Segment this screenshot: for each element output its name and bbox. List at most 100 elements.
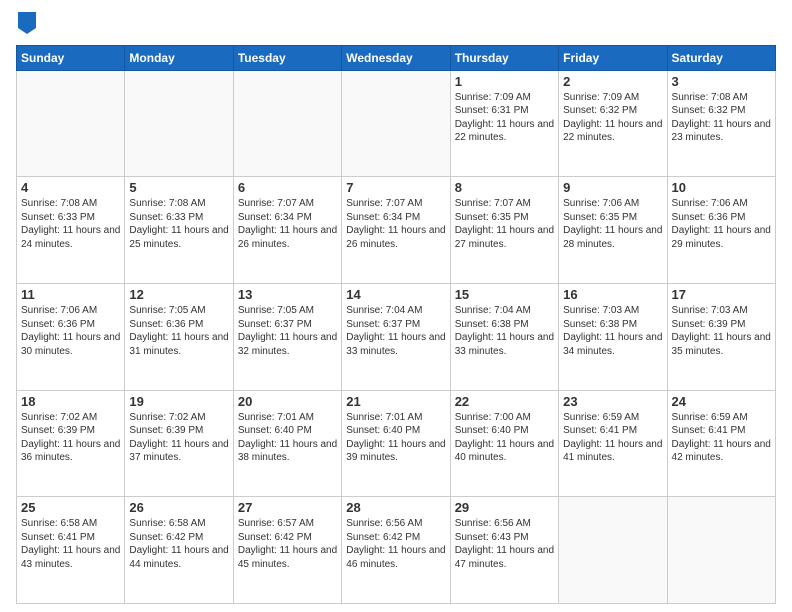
day-number: 20 <box>238 394 337 409</box>
day-number: 24 <box>672 394 771 409</box>
day-number: 13 <box>238 287 337 302</box>
weekday-header: Sunday <box>17 45 125 70</box>
day-info: Sunrise: 7:03 AM Sunset: 6:39 PM Dayligh… <box>672 304 771 358</box>
weekday-header: Monday <box>125 45 233 70</box>
day-info: Sunrise: 7:02 AM Sunset: 6:39 PM Dayligh… <box>21 411 120 465</box>
day-number: 15 <box>455 287 554 302</box>
day-info: Sunrise: 7:07 AM Sunset: 6:35 PM Dayligh… <box>455 197 554 251</box>
day-number: 26 <box>129 500 228 515</box>
calendar-cell: 22 Sunrise: 7:00 AM Sunset: 6:40 PM Dayli… <box>450 390 558 497</box>
calendar-cell: 14 Sunrise: 7:04 AM Sunset: 6:37 PM Dayli… <box>342 284 450 391</box>
calendar-week-row: 11 Sunrise: 7:06 AM Sunset: 6:36 PM Dayli… <box>17 284 776 391</box>
day-number: 5 <box>129 180 228 195</box>
day-info: Sunrise: 7:09 AM Sunset: 6:32 PM Dayligh… <box>563 91 662 145</box>
day-info: Sunrise: 7:00 AM Sunset: 6:40 PM Dayligh… <box>455 411 554 465</box>
calendar-cell: 29 Sunrise: 6:56 AM Sunset: 6:43 PM Dayli… <box>450 497 558 604</box>
weekday-header: Tuesday <box>233 45 341 70</box>
calendar-cell: 11 Sunrise: 7:06 AM Sunset: 6:36 PM Dayli… <box>17 284 125 391</box>
calendar-cell <box>17 70 125 177</box>
day-info: Sunrise: 7:06 AM Sunset: 6:36 PM Dayligh… <box>672 197 771 251</box>
weekday-header: Thursday <box>450 45 558 70</box>
calendar-cell: 5 Sunrise: 7:08 AM Sunset: 6:33 PM Daylig… <box>125 177 233 284</box>
day-info: Sunrise: 6:59 AM Sunset: 6:41 PM Dayligh… <box>563 411 662 465</box>
calendar-cell: 18 Sunrise: 7:02 AM Sunset: 6:39 PM Dayli… <box>17 390 125 497</box>
day-info: Sunrise: 7:08 AM Sunset: 6:33 PM Dayligh… <box>21 197 120 251</box>
day-info: Sunrise: 7:03 AM Sunset: 6:38 PM Dayligh… <box>563 304 662 358</box>
day-number: 10 <box>672 180 771 195</box>
calendar-cell: 3 Sunrise: 7:08 AM Sunset: 6:32 PM Daylig… <box>667 70 775 177</box>
calendar-cell: 17 Sunrise: 7:03 AM Sunset: 6:39 PM Dayli… <box>667 284 775 391</box>
day-number: 21 <box>346 394 445 409</box>
calendar-cell: 13 Sunrise: 7:05 AM Sunset: 6:37 PM Dayli… <box>233 284 341 391</box>
day-info: Sunrise: 7:08 AM Sunset: 6:33 PM Dayligh… <box>129 197 228 251</box>
day-number: 18 <box>21 394 120 409</box>
calendar-cell: 20 Sunrise: 7:01 AM Sunset: 6:40 PM Dayli… <box>233 390 341 497</box>
calendar-cell <box>233 70 341 177</box>
calendar-cell: 26 Sunrise: 6:58 AM Sunset: 6:42 PM Dayli… <box>125 497 233 604</box>
day-info: Sunrise: 7:01 AM Sunset: 6:40 PM Dayligh… <box>238 411 337 465</box>
day-info: Sunrise: 6:56 AM Sunset: 6:42 PM Dayligh… <box>346 517 445 571</box>
calendar-cell: 10 Sunrise: 7:06 AM Sunset: 6:36 PM Dayli… <box>667 177 775 284</box>
logo <box>16 12 36 39</box>
calendar-week-row: 1 Sunrise: 7:09 AM Sunset: 6:31 PM Daylig… <box>17 70 776 177</box>
calendar-cell <box>125 70 233 177</box>
day-info: Sunrise: 6:58 AM Sunset: 6:41 PM Dayligh… <box>21 517 120 571</box>
calendar-week-row: 25 Sunrise: 6:58 AM Sunset: 6:41 PM Dayli… <box>17 497 776 604</box>
day-number: 4 <box>21 180 120 195</box>
calendar-cell: 28 Sunrise: 6:56 AM Sunset: 6:42 PM Dayli… <box>342 497 450 604</box>
day-info: Sunrise: 6:57 AM Sunset: 6:42 PM Dayligh… <box>238 517 337 571</box>
day-number: 7 <box>346 180 445 195</box>
day-info: Sunrise: 7:07 AM Sunset: 6:34 PM Dayligh… <box>238 197 337 251</box>
calendar-cell: 21Sunrise: 7:01 AM Sunset: 6:40 PM Dayli… <box>342 390 450 497</box>
day-info: Sunrise: 6:58 AM Sunset: 6:42 PM Dayligh… <box>129 517 228 571</box>
calendar-table: SundayMondayTuesdayWednesdayThursdayFrid… <box>16 45 776 604</box>
page: SundayMondayTuesdayWednesdayThursdayFrid… <box>0 0 792 612</box>
weekday-header: Friday <box>559 45 667 70</box>
day-number: 16 <box>563 287 662 302</box>
day-number: 25 <box>21 500 120 515</box>
day-number: 23 <box>563 394 662 409</box>
day-info: Sunrise: 6:56 AM Sunset: 6:43 PM Dayligh… <box>455 517 554 571</box>
day-info: Sunrise: 7:04 AM Sunset: 6:37 PM Dayligh… <box>346 304 445 358</box>
calendar-cell: 15 Sunrise: 7:04 AM Sunset: 6:38 PM Dayli… <box>450 284 558 391</box>
day-info: Sunrise: 7:02 AM Sunset: 6:39 PM Dayligh… <box>129 411 228 465</box>
day-number: 14 <box>346 287 445 302</box>
calendar-cell: 7Sunrise: 7:07 AM Sunset: 6:34 PM Daylig… <box>342 177 450 284</box>
calendar-cell <box>559 497 667 604</box>
calendar-cell: 27Sunrise: 6:57 AM Sunset: 6:42 PM Dayli… <box>233 497 341 604</box>
calendar-week-row: 18 Sunrise: 7:02 AM Sunset: 6:39 PM Dayli… <box>17 390 776 497</box>
calendar-cell: 4 Sunrise: 7:08 AM Sunset: 6:33 PM Daylig… <box>17 177 125 284</box>
weekday-header: Saturday <box>667 45 775 70</box>
day-number: 17 <box>672 287 771 302</box>
day-info: Sunrise: 7:05 AM Sunset: 6:37 PM Dayligh… <box>238 304 337 358</box>
calendar-cell: 2 Sunrise: 7:09 AM Sunset: 6:32 PM Daylig… <box>559 70 667 177</box>
day-number: 29 <box>455 500 554 515</box>
day-info: Sunrise: 7:09 AM Sunset: 6:31 PM Dayligh… <box>455 91 554 145</box>
day-number: 11 <box>21 287 120 302</box>
day-number: 22 <box>455 394 554 409</box>
calendar-cell: 19Sunrise: 7:02 AM Sunset: 6:39 PM Dayli… <box>125 390 233 497</box>
day-number: 1 <box>455 74 554 89</box>
calendar-cell: 24 Sunrise: 6:59 AM Sunset: 6:41 PM Dayli… <box>667 390 775 497</box>
weekday-header: Wednesday <box>342 45 450 70</box>
day-number: 12 <box>129 287 228 302</box>
calendar-cell: 6 Sunrise: 7:07 AM Sunset: 6:34 PM Daylig… <box>233 177 341 284</box>
calendar-cell: 12Sunrise: 7:05 AM Sunset: 6:36 PM Dayli… <box>125 284 233 391</box>
calendar-cell <box>342 70 450 177</box>
day-number: 8 <box>455 180 554 195</box>
calendar-cell <box>667 497 775 604</box>
day-number: 28 <box>346 500 445 515</box>
day-number: 3 <box>672 74 771 89</box>
calendar-cell: 8 Sunrise: 7:07 AM Sunset: 6:35 PM Daylig… <box>450 177 558 284</box>
day-number: 6 <box>238 180 337 195</box>
calendar-cell: 1 Sunrise: 7:09 AM Sunset: 6:31 PM Daylig… <box>450 70 558 177</box>
calendar-cell: 23 Sunrise: 6:59 AM Sunset: 6:41 PM Dayli… <box>559 390 667 497</box>
day-info: Sunrise: 6:59 AM Sunset: 6:41 PM Dayligh… <box>672 411 771 465</box>
day-info: Sunrise: 7:08 AM Sunset: 6:32 PM Dayligh… <box>672 91 771 145</box>
day-number: 9 <box>563 180 662 195</box>
day-info: Sunrise: 7:06 AM Sunset: 6:36 PM Dayligh… <box>21 304 120 358</box>
calendar-cell: 9Sunrise: 7:06 AM Sunset: 6:35 PM Daylig… <box>559 177 667 284</box>
day-info: Sunrise: 7:04 AM Sunset: 6:38 PM Dayligh… <box>455 304 554 358</box>
calendar-week-row: 4 Sunrise: 7:08 AM Sunset: 6:33 PM Daylig… <box>17 177 776 284</box>
day-number: 2 <box>563 74 662 89</box>
